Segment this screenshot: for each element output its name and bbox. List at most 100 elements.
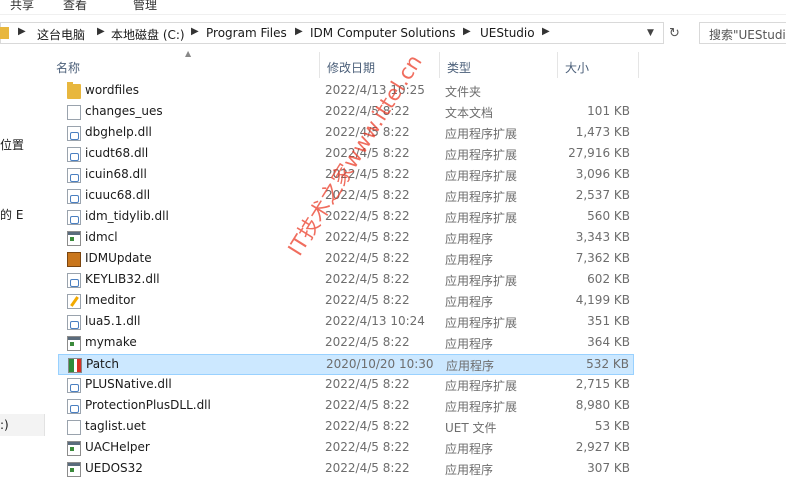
file-date: 2022/4/5 8:22: [325, 251, 410, 265]
file-name: dbghelp.dll: [85, 125, 152, 139]
refresh-icon[interactable]: ↻: [669, 26, 680, 41]
address-bar[interactable]: ▶ 这台电脑 ▶ 本地磁盘 (C:) ▶ Program Files ▶ IDM…: [0, 22, 664, 44]
file-name: lua5.1.dll: [85, 314, 141, 328]
file-size: 7,362 KB: [575, 251, 630, 265]
file-row[interactable]: lmeditor 2022/4/5 8:22 应用程序 4,199 KB: [58, 291, 634, 312]
ribbon-tab-share[interactable]: 共享: [10, 0, 34, 13]
file-size: 560 KB: [587, 209, 630, 223]
file-type: UET 文件: [445, 421, 497, 435]
breadcrumb-uestudio[interactable]: UEStudio: [480, 26, 535, 40]
header-size-label: 大小: [565, 61, 590, 75]
dll-icon: [67, 378, 81, 393]
dll-icon: [67, 189, 81, 204]
file-size: 101 KB: [587, 104, 630, 118]
file-size: 4,199 KB: [575, 293, 630, 307]
file-type: 应用程序: [446, 359, 495, 373]
file-type: 应用程序: [445, 232, 494, 246]
file-type: 应用程序扩展: [445, 274, 518, 288]
file-name: KEYLIB32.dll: [85, 272, 160, 286]
dll-icon: [67, 273, 81, 288]
file-name: idmcl: [85, 230, 118, 244]
file-date: 2022/4/5 8:22: [325, 167, 410, 181]
breadcrumb-idm[interactable]: IDM Computer Solutions: [310, 26, 456, 40]
file-row[interactable]: idmcl 2022/4/5 8:22 应用程序 3,343 KB: [58, 228, 634, 249]
search-input[interactable]: 搜索"UEStudio: [699, 22, 786, 44]
header-name-label: 名称: [56, 61, 81, 75]
file-name: idm_tidylib.dll: [85, 209, 169, 223]
ribbon-tab-view[interactable]: 查看: [63, 0, 87, 13]
file-row[interactable]: PLUSNative.dll 2022/4/5 8:22 应用程序扩展 2,715 K…: [58, 375, 634, 396]
file-row[interactable]: icuuc68.dll 2022/4/5 8:22 应用程序扩展 2,537 KB: [58, 186, 634, 207]
ribbon-tab-manage[interactable]: 管理: [133, 0, 157, 13]
file-row[interactable]: icudt68.dll 2022/4/5 8:22 应用程序扩展 27,916 KB: [58, 144, 634, 165]
file-row[interactable]: Patch 2020/10/20 10:30 应用程序 532 KB: [58, 354, 634, 375]
file-type: 应用程序扩展: [445, 379, 518, 393]
dll-icon: [67, 126, 81, 141]
file-row[interactable]: dbghelp.dll 2022/4/5 8:22 应用程序扩展 1,473 KB: [58, 123, 634, 144]
file-date: 2022/4/5 8:22: [325, 104, 410, 118]
file-row[interactable]: changes_ues 2022/4/5 8:22 文本文档 101 KB: [58, 102, 634, 123]
breadcrumb-program-files[interactable]: Program Files: [206, 26, 287, 40]
exe-icon: [67, 336, 81, 351]
file-type: 应用程序: [445, 442, 494, 456]
header-size[interactable]: 大小: [558, 52, 639, 78]
file-name: ProtectionPlusDLL.dll: [85, 398, 211, 412]
file-row[interactable]: ProtectionPlusDLL.dll 2022/4/5 8:22 应用程序扩展…: [58, 396, 634, 417]
file-size: 351 KB: [587, 314, 630, 328]
file-row[interactable]: KEYLIB32.dll 2022/4/5 8:22 应用程序扩展 602 KB: [58, 270, 634, 291]
header-type[interactable]: 类型: [440, 52, 558, 78]
file-name: icuin68.dll: [85, 167, 147, 181]
file-row[interactable]: UACHelper 2022/4/5 8:22 应用程序 2,927 KB: [58, 438, 634, 459]
dll-icon: [67, 210, 81, 225]
file-row[interactable]: mymake 2022/4/5 8:22 应用程序 364 KB: [58, 333, 634, 354]
file-type: 应用程序扩展: [445, 400, 518, 414]
exe-icon: [67, 462, 81, 477]
file-name: taglist.uet: [85, 419, 146, 433]
header-name[interactable]: 名称 ▲: [49, 49, 320, 78]
file-row[interactable]: lua5.1.dll 2022/4/13 10:24 应用程序扩展 351 KB: [58, 312, 634, 333]
file-date: 2022/4/5 8:22: [325, 125, 410, 139]
file-size: 2,537 KB: [575, 188, 630, 202]
file-name: UEDOS32: [85, 461, 143, 475]
nav-item-location[interactable]: 位置: [0, 136, 24, 153]
file-date: 2022/4/5 8:22: [325, 398, 410, 412]
breadcrumb-this-pc[interactable]: 这台电脑: [37, 26, 85, 43]
file-date: 2022/4/5 8:22: [325, 377, 410, 391]
chevron-down-icon[interactable]: ▼: [647, 28, 654, 38]
file-date: 2022/4/5 8:22: [325, 272, 410, 286]
file-date: 2022/4/5 8:22: [325, 146, 410, 160]
file-date: 2022/4/5 8:22: [325, 293, 410, 307]
file-type: 应用程序: [445, 463, 494, 477]
header-date[interactable]: 修改日期: [320, 52, 440, 78]
folder-icon: [67, 82, 81, 99]
nav-item-disk[interactable]: :): [0, 418, 9, 432]
text-file-icon: [67, 105, 81, 120]
file-name: icudt68.dll: [85, 146, 149, 160]
chevron-right-icon: ▶: [463, 26, 471, 37]
header-type-label: 类型: [447, 61, 472, 75]
file-date: 2022/4/5 8:22: [325, 230, 410, 244]
file-date: 2022/4/5 8:22: [325, 335, 410, 349]
dll-icon: [67, 315, 81, 330]
file-size: 602 KB: [587, 272, 630, 286]
file-size: 3,096 KB: [575, 167, 630, 181]
file-type: 应用程序: [445, 295, 494, 309]
file-date: 2022/4/5 8:22: [325, 440, 410, 454]
file-row[interactable]: icuin68.dll 2022/4/5 8:22 应用程序扩展 3,096 KB: [58, 165, 634, 186]
file-row[interactable]: taglist.uet 2022/4/5 8:22 UET 文件 53 KB: [58, 417, 634, 438]
file-name: mymake: [85, 335, 137, 349]
file-date: 2022/4/5 8:22: [325, 419, 410, 433]
file-name: PLUSNative.dll: [85, 377, 172, 391]
nav-item-drive[interactable]: 的 E: [0, 206, 23, 223]
file-size: 8,980 KB: [575, 398, 630, 412]
file-size: 364 KB: [587, 335, 630, 349]
file-row[interactable]: UEDOS32 2022/4/5 8:22 应用程序 307 KB: [58, 459, 634, 480]
dll-icon: [67, 399, 81, 414]
breadcrumb-local-disk[interactable]: 本地磁盘 (C:): [111, 26, 185, 43]
file-row[interactable]: wordfiles 2022/4/13 10:25 文件夹: [58, 81, 634, 102]
file-name: changes_ues: [85, 104, 163, 118]
file-name: lmeditor: [85, 293, 136, 307]
file-row[interactable]: IDMUpdate 2022/4/5 8:22 应用程序 7,362 KB: [58, 249, 634, 270]
file-row[interactable]: idm_tidylib.dll 2022/4/5 8:22 应用程序扩展 560 KB: [58, 207, 634, 228]
file-name: UACHelper: [85, 440, 150, 454]
